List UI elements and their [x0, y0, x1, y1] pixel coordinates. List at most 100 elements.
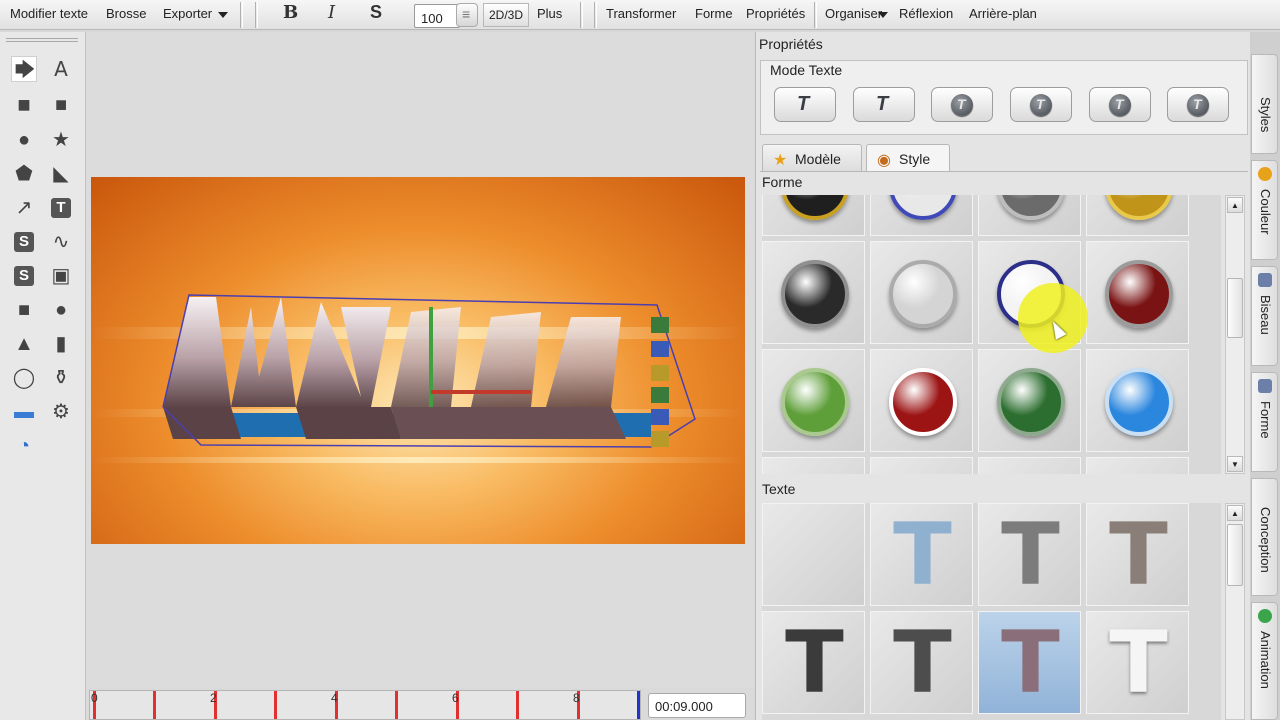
cone-tool-icon[interactable]: ▲	[11, 331, 37, 357]
box-tool-icon[interactable]: ■	[11, 297, 37, 323]
path-tool-icon[interactable]: ∿	[48, 229, 74, 255]
font-size-field[interactable]: 100	[414, 4, 460, 28]
side-tab-shape[interactable]: Forme	[1251, 372, 1278, 472]
side-tab-bevel[interactable]: Biseau	[1251, 266, 1278, 366]
symbol-import-tool-icon[interactable]: S	[11, 263, 37, 289]
shape-style-swatch[interactable]	[1086, 349, 1189, 452]
text-mode-badge-button[interactable]	[1089, 87, 1151, 122]
sphere-swatch-icon	[889, 195, 957, 220]
tab-style[interactable]: ◉ Style	[866, 144, 950, 172]
side-tab-animation[interactable]: Animation	[1251, 602, 1278, 720]
shape-style-swatch[interactable]	[762, 195, 865, 236]
side-tab-styles[interactable]: Styles	[1251, 54, 1278, 154]
italic-button[interactable]: I	[328, 2, 335, 23]
rounded-rectangle-tool-icon[interactable]: ■	[48, 92, 74, 118]
text-style-gunmetal[interactable]: T	[870, 611, 973, 714]
text-style-blue-chrome[interactable]: T	[870, 503, 973, 606]
tab-model[interactable]: ★ Modèle	[762, 144, 862, 172]
scroll-down-icon[interactable]: ▼	[1227, 456, 1243, 472]
gear-icon[interactable]: ⚙	[48, 399, 74, 425]
side-tab-design[interactable]: Conception	[1251, 478, 1278, 596]
timeline-tick-label: 2	[210, 691, 217, 705]
scroll-thumb[interactable]	[1227, 524, 1243, 586]
scroll-up-icon[interactable]: ▲	[1227, 505, 1243, 521]
export-button[interactable]: Exporter	[163, 6, 212, 21]
side-tab-label: Biseau	[1258, 295, 1273, 335]
text-mode-coin-button[interactable]	[1010, 87, 1072, 122]
shadow-button[interactable]: S	[370, 2, 382, 23]
symbol-tool-icon[interactable]: S	[11, 229, 37, 255]
torus-tool-icon[interactable]: ◯	[11, 365, 37, 391]
sphere-tool-icon[interactable]: ●	[48, 297, 74, 323]
arrange-dropdown-icon[interactable]	[878, 12, 888, 18]
3d-text-object[interactable]	[162, 294, 696, 448]
bevel-icon	[1258, 273, 1272, 287]
export-dropdown-icon[interactable]	[218, 12, 228, 18]
text-scrollbar[interactable]: ▲	[1225, 503, 1245, 720]
text-mode-flat-button[interactable]	[774, 87, 836, 122]
circle-tool-icon[interactable]: ●	[11, 127, 37, 153]
text-style-blank[interactable]	[762, 503, 865, 606]
reflection-button[interactable]: Réflexion	[899, 6, 953, 21]
text-box-tool-icon[interactable]: T	[48, 195, 74, 221]
shape-style-swatch[interactable]	[978, 195, 1081, 236]
font-size-spinner-icon[interactable]	[456, 3, 478, 27]
shape-style-swatch[interactable]	[762, 241, 865, 344]
text-style-rose-metal[interactable]: T	[978, 611, 1081, 714]
text-mode-disc-button[interactable]	[931, 87, 993, 122]
palette-grip[interactable]	[6, 38, 78, 42]
shape-style-swatch[interactable]	[1086, 457, 1189, 474]
select-tool-icon[interactable]: 🡆	[11, 56, 37, 82]
shape-style-swatch[interactable]	[978, 349, 1081, 452]
text-style-white[interactable]: T	[1086, 611, 1189, 714]
text-style-brushed[interactable]: T	[1086, 503, 1189, 606]
bold-button[interactable]: B	[283, 2, 298, 23]
brush-button[interactable]: Brosse	[106, 6, 146, 21]
rectangle-tool-icon[interactable]: ■	[11, 92, 37, 118]
playhead[interactable]	[637, 691, 640, 719]
animation-tool-icon[interactable]: ◔	[11, 433, 37, 459]
timeline-tick	[274, 691, 277, 719]
shape-style-swatch[interactable]	[978, 457, 1081, 474]
mode-2d3d-button[interactable]: 2D/3D	[483, 3, 529, 27]
timeline-track[interactable]: 0 2 4 6 8	[89, 690, 641, 720]
scroll-thumb[interactable]	[1227, 278, 1243, 338]
shape-style-swatch[interactable]	[1086, 241, 1189, 344]
shape-style-swatch[interactable]	[762, 349, 865, 452]
shape-style-swatch[interactable]	[870, 195, 973, 236]
arrow-tool-icon[interactable]: ↗	[11, 195, 37, 221]
shape-style-swatch[interactable]	[1086, 195, 1189, 236]
star-tool-icon[interactable]: ★	[48, 127, 74, 153]
text-style-dark-steel[interactable]: T	[762, 611, 865, 714]
shape-button[interactable]: Forme	[695, 6, 733, 21]
text-mode-extruded-button[interactable]	[853, 87, 915, 122]
more-button[interactable]: Plus	[537, 6, 562, 21]
sphere-swatch-icon	[1105, 195, 1173, 220]
image-tool-icon[interactable]: ▬	[11, 399, 37, 425]
timeline-time-field[interactable]: 00:09.000	[648, 693, 746, 718]
text-style-glyph: T	[1109, 505, 1168, 605]
shape-style-swatch[interactable]	[870, 241, 973, 344]
background-button[interactable]: Arrière-plan	[969, 6, 1037, 21]
cylinder-tool-icon[interactable]: ▮	[48, 331, 74, 357]
text-style-silver[interactable]: T	[978, 503, 1081, 606]
text-tool-icon[interactable]: A	[48, 56, 74, 82]
arrange-button[interactable]: Organiser	[825, 6, 882, 21]
cube-tool-icon[interactable]: ▣	[48, 263, 74, 289]
transform-button[interactable]: Transformer	[606, 6, 676, 21]
properties-button[interactable]: Propriétés	[746, 6, 805, 21]
shape-style-swatch[interactable]	[870, 349, 973, 452]
vase-tool-icon[interactable]: ⚱	[48, 365, 74, 391]
sphere-swatch-icon	[889, 260, 957, 328]
text-mode-ring-button[interactable]	[1167, 87, 1229, 122]
shape-scrollbar[interactable]: ▲ ▼	[1225, 195, 1245, 474]
scroll-up-icon[interactable]: ▲	[1227, 197, 1243, 213]
side-tab-color[interactable]: Couleur	[1251, 160, 1278, 260]
text-disc-icon	[951, 94, 973, 116]
pentagon-tool-icon[interactable]: ⬟	[11, 161, 37, 187]
edit-text-button[interactable]: Modifier texte	[10, 6, 88, 21]
shape-style-swatch[interactable]	[762, 457, 865, 474]
curved-shape-tool-icon[interactable]: ◣	[48, 161, 74, 187]
shape-style-swatch[interactable]	[870, 457, 973, 474]
scene-stage[interactable]	[91, 177, 745, 544]
